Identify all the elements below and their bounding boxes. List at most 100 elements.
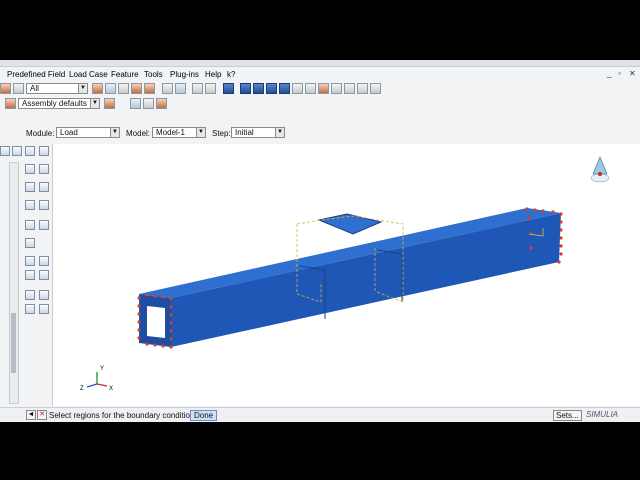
info-icon[interactable]: [223, 83, 234, 94]
sets-button[interactable]: Sets...: [553, 410, 582, 421]
loadcase-create-icon[interactable]: [25, 200, 35, 210]
prompt-message: Select regions for the boundary conditio…: [49, 411, 195, 420]
render-shaded-icon[interactable]: [266, 83, 277, 94]
query-icon[interactable]: [292, 83, 303, 94]
step-select[interactable]: Initial ▼: [231, 127, 285, 138]
select-options-icon[interactable]: [144, 83, 155, 94]
close-icon[interactable]: ✕: [629, 69, 636, 78]
step-value: Initial: [235, 128, 254, 137]
context-bar: Module: Load ▼ Model: Model-1 ▼ Step: In…: [0, 126, 640, 140]
viewport-canvas[interactable]: Y X Z: [52, 144, 640, 406]
done-button[interactable]: Done: [190, 410, 218, 421]
model-value: Model-1: [156, 128, 185, 137]
axis-triad: Y X Z: [80, 366, 113, 392]
chevron-down-icon: ▼: [78, 84, 87, 93]
module-label: Module:: [26, 129, 55, 138]
wrench-icon[interactable]: [25, 238, 35, 248]
selection-filter-value: All: [30, 84, 39, 93]
select-box-icon[interactable]: [118, 83, 129, 94]
step-label: Step:: [212, 129, 231, 138]
replace-all-icon[interactable]: [156, 98, 167, 109]
abaqus-cae-window: Predefined Field Load Case Feature Tools…: [0, 60, 640, 422]
chevron-down-icon: ▼: [275, 128, 284, 137]
select-region-icon[interactable]: [105, 83, 116, 94]
restore-icon[interactable]: ▫: [618, 69, 621, 78]
bc-create-icon[interactable]: [25, 164, 35, 174]
load-create-icon[interactable]: [25, 146, 35, 156]
datum-icon[interactable]: [205, 83, 216, 94]
layer-icon[interactable]: [370, 83, 381, 94]
render-style-value: Assembly defaults: [22, 99, 87, 108]
datum-point-icon[interactable]: [25, 270, 35, 280]
minimize-icon[interactable]: _: [607, 69, 611, 78]
filter-icon[interactable]: [13, 83, 24, 94]
title-strip: [0, 60, 640, 67]
selection-filter-select[interactable]: All ▼: [26, 83, 88, 94]
text-icon[interactable]: [331, 83, 342, 94]
toolbar-display: Assembly defaults ▼: [0, 97, 640, 111]
amplitude-icon[interactable]: [25, 220, 35, 230]
probe-icon[interactable]: [305, 83, 316, 94]
chevron-down-icon: ▼: [110, 128, 119, 137]
back-arrow-icon[interactable]: ◄: [26, 410, 36, 420]
csys-icon[interactable]: [25, 290, 35, 300]
views-icon[interactable]: [344, 83, 355, 94]
model-label: Model:: [126, 129, 151, 138]
triad-z-label: Z: [80, 386, 84, 392]
column-icon[interactable]: [192, 83, 203, 94]
annotation-icon[interactable]: [318, 83, 329, 94]
select-pick-icon[interactable]: [92, 83, 103, 94]
module-toolbox: [0, 144, 52, 406]
grid-icon[interactable]: [175, 83, 186, 94]
scroll-thumb[interactable]: [11, 313, 16, 373]
whats-this-help-icon[interactable]: k?: [227, 70, 235, 79]
select-layer-icon[interactable]: [131, 83, 142, 94]
menu-predefined-field[interactable]: Predefined Field: [7, 70, 65, 79]
partition-icon[interactable]: [25, 256, 35, 266]
chevron-down-icon: ▼: [196, 128, 205, 137]
axis-triad-icon[interactable]: [25, 304, 35, 314]
cancel-icon[interactable]: ✕: [37, 410, 47, 420]
chevron-down-icon: ▼: [90, 99, 99, 108]
model-select[interactable]: Model-1 ▼: [152, 127, 206, 138]
mesh-icon[interactable]: [162, 83, 173, 94]
menu-tools[interactable]: Tools: [144, 70, 163, 79]
toolbox-scrollbar[interactable]: [9, 162, 19, 404]
module-value: Load: [60, 128, 78, 137]
csys-2-icon[interactable]: [39, 290, 49, 300]
partition-cell-icon[interactable]: [39, 256, 49, 266]
display-options-icon[interactable]: [357, 83, 368, 94]
replace-icon[interactable]: [104, 98, 115, 109]
menu-feature[interactable]: Feature: [111, 70, 139, 79]
triad-y-label: Y: [100, 366, 104, 372]
menu-help[interactable]: Help: [205, 70, 221, 79]
remove-icon[interactable]: [143, 98, 154, 109]
model-view: Y X Z: [80, 156, 610, 392]
field-manager-icon[interactable]: [39, 182, 49, 192]
render-style-select[interactable]: Assembly defaults ▼: [18, 98, 100, 109]
simulia-logo: SIMULIA: [586, 410, 619, 419]
expand-tree-icon[interactable]: [0, 146, 10, 156]
amplitude-manager-icon[interactable]: [39, 220, 49, 230]
render-wireshaded-icon[interactable]: [279, 83, 290, 94]
prompt-area: ◄ ✕ Select regions for the boundary cond…: [0, 407, 640, 422]
menu-load-case[interactable]: Load Case: [69, 70, 108, 79]
menu-bar: Predefined Field Load Case Feature Tools…: [0, 68, 640, 81]
menu-plug-ins[interactable]: Plug-ins: [170, 70, 199, 79]
render-hidden-icon[interactable]: [253, 83, 264, 94]
loadcase-manager-icon[interactable]: [39, 200, 49, 210]
module-select[interactable]: Load ▼: [56, 127, 120, 138]
display-group-icon[interactable]: [5, 98, 16, 109]
datum-axis-icon[interactable]: [39, 270, 49, 280]
view-compass-icon[interactable]: [590, 156, 610, 183]
cursor-icon[interactable]: [0, 83, 11, 94]
beam-hollow-opening: [147, 306, 165, 338]
bulb-icon[interactable]: [12, 146, 22, 156]
add-icon[interactable]: [130, 98, 141, 109]
triad-x-label: X: [109, 386, 113, 392]
bc-manager-icon[interactable]: [39, 164, 49, 174]
field-create-icon[interactable]: [25, 182, 35, 192]
load-manager-icon[interactable]: [39, 146, 49, 156]
axis-triad-2-icon[interactable]: [39, 304, 49, 314]
render-wire-icon[interactable]: [240, 83, 251, 94]
